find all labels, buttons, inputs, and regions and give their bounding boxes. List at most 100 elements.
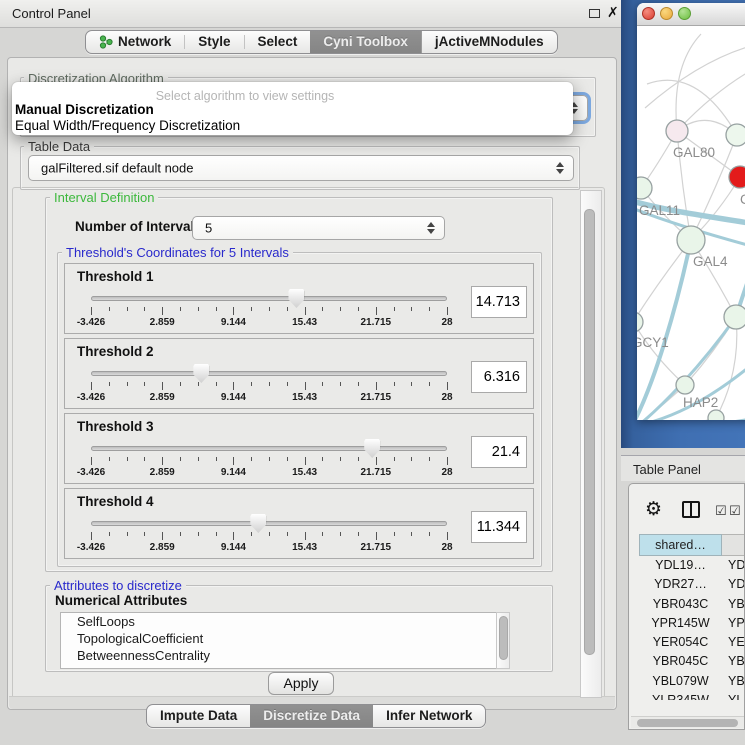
minor-tick bbox=[251, 532, 252, 536]
tick-label: -3.426 bbox=[77, 467, 105, 478]
threshold-value-field[interactable]: 21.4 bbox=[471, 436, 527, 468]
screen: Control Panel ✗ NetworkStyleSelectCyni T… bbox=[0, 0, 745, 745]
cell-shared-name[interactable]: YLR345W bbox=[639, 691, 722, 700]
threshold-value-field[interactable]: 11.344 bbox=[471, 511, 527, 543]
threshold-value-field[interactable]: 6.316 bbox=[471, 361, 527, 393]
minimize-traffic-light[interactable] bbox=[660, 7, 673, 20]
column-layout-icon[interactable] bbox=[682, 501, 700, 518]
node-gcy1[interactable] bbox=[637, 312, 643, 332]
cell-shared-name[interactable]: YDL19… bbox=[639, 556, 722, 575]
num-intervals-combo[interactable]: 5 bbox=[192, 216, 445, 240]
close-traffic-light[interactable] bbox=[642, 7, 655, 20]
popup-option-manual[interactable]: Manual Discretization bbox=[15, 102, 154, 117]
table-row[interactable]: YBR045CYBR0 bbox=[639, 652, 745, 671]
slider-thumb[interactable] bbox=[364, 439, 380, 458]
numerical-attributes-list: SelfLoopsTopologicalCoefficientBetweenne… bbox=[60, 612, 510, 669]
main-scrollbar-thumb[interactable] bbox=[584, 209, 595, 655]
column-header-shared-name[interactable]: shared… bbox=[639, 534, 722, 556]
close-icon[interactable]: ✗ bbox=[607, 4, 619, 21]
table-row[interactable]: YBL079WYBL0 bbox=[639, 672, 745, 691]
slider-track[interactable] bbox=[91, 446, 447, 451]
table-data-combo[interactable]: galFiltered.sif default node bbox=[28, 155, 574, 181]
top-tab-bar: NetworkStyleSelectCyni ToolboxjActiveMNo… bbox=[85, 30, 558, 54]
table-panel-header: Table Panel bbox=[621, 455, 745, 481]
node-h[interactable] bbox=[724, 305, 745, 329]
table-row[interactable]: YDL19…YDL1 bbox=[639, 556, 745, 575]
table-row[interactable]: YPR145WYPR1 bbox=[639, 614, 745, 633]
tick-label: 21.715 bbox=[361, 467, 392, 478]
node-hap2[interactable] bbox=[676, 376, 694, 394]
table-row[interactable]: YBR043CYBR0 bbox=[639, 595, 745, 614]
node-table-header: shared… n bbox=[639, 534, 745, 556]
cell-shared-name[interactable]: YDR27… bbox=[639, 575, 722, 594]
tab-cyni-toolbox[interactable]: Cyni Toolbox bbox=[310, 31, 421, 53]
cell-name[interactable]: YBR0 bbox=[722, 652, 745, 671]
cell-shared-name[interactable]: YPR145W bbox=[639, 614, 722, 633]
cell-name[interactable]: YPR1 bbox=[722, 614, 745, 633]
minor-tick bbox=[429, 457, 430, 461]
cell-name[interactable]: YDL1 bbox=[722, 556, 745, 575]
cell-name[interactable]: YLR3 bbox=[722, 691, 745, 700]
tab-select[interactable]: Select bbox=[245, 31, 311, 53]
slider-thumb[interactable] bbox=[250, 514, 266, 533]
tab-discretize-data[interactable]: Discretize Data bbox=[250, 705, 373, 727]
attr-list-scrollbar-thumb[interactable] bbox=[499, 616, 508, 660]
node-gal11[interactable] bbox=[637, 177, 652, 199]
tick-label: -3.426 bbox=[77, 542, 105, 553]
slider-track[interactable] bbox=[91, 371, 447, 376]
slider-track[interactable] bbox=[91, 296, 447, 301]
tab-infer-network[interactable]: Infer Network bbox=[373, 705, 485, 727]
float-window-icon[interactable] bbox=[589, 9, 600, 18]
popup-option-equal-width[interactable]: Equal Width/Frequency Discretization bbox=[15, 118, 240, 133]
cell-shared-name[interactable]: YBR045C bbox=[639, 652, 722, 671]
node-gal4[interactable] bbox=[677, 226, 705, 254]
cell-name[interactable]: YBL0 bbox=[722, 672, 745, 691]
apply-button[interactable]: Apply bbox=[268, 672, 334, 695]
cell-name[interactable]: YBR0 bbox=[722, 595, 745, 614]
network-canvas[interactable]: GAL80 G. C GAL11 GAL4 GCY1 H HAP2 bbox=[637, 26, 745, 420]
table-hscrollbar-track[interactable] bbox=[631, 716, 744, 728]
cell-shared-name[interactable]: YBL079W bbox=[639, 672, 722, 691]
node-red-selected[interactable] bbox=[729, 166, 745, 188]
cell-shared-name[interactable]: YBR043C bbox=[639, 595, 722, 614]
table-data-combo-value: galFiltered.sif default node bbox=[41, 161, 193, 176]
table-row[interactable]: YER054CYER0 bbox=[639, 633, 745, 652]
checkbox-icon[interactable]: ☑ bbox=[715, 503, 727, 519]
slider-track[interactable] bbox=[91, 521, 447, 526]
table-row[interactable]: YDR27…YDR2 bbox=[639, 575, 745, 594]
table-hscrollbar-thumb[interactable] bbox=[637, 719, 738, 727]
node-bottom[interactable] bbox=[708, 410, 724, 420]
attribute-item-selfloops[interactable]: SelfLoops bbox=[61, 613, 509, 630]
major-tick bbox=[305, 457, 306, 465]
threshold-panel-3: Threshold 3-3.4262.8599.14415.4321.71528… bbox=[64, 413, 534, 484]
minor-tick bbox=[429, 382, 430, 386]
tick-label: 28 bbox=[441, 467, 452, 478]
attribute-item-topologicalcoefficient[interactable]: TopologicalCoefficient bbox=[61, 630, 509, 647]
tab-jactivemnodules[interactable]: jActiveMNodules bbox=[421, 31, 557, 53]
column-header-name[interactable]: n bbox=[722, 534, 745, 556]
slider-thumb[interactable] bbox=[288, 289, 304, 308]
gear-icon[interactable]: ⚙ bbox=[645, 498, 662, 521]
tab-network[interactable]: Network bbox=[86, 31, 184, 53]
cell-name[interactable]: YDR2 bbox=[722, 575, 745, 594]
cell-shared-name[interactable]: YER054C bbox=[639, 633, 722, 652]
node-top-right[interactable] bbox=[726, 124, 745, 146]
threshold-value-field[interactable]: 14.713 bbox=[471, 286, 527, 318]
zoom-traffic-light[interactable] bbox=[678, 7, 691, 20]
cell-name[interactable]: YER0 bbox=[722, 633, 745, 652]
major-tick bbox=[162, 382, 163, 390]
table-row[interactable]: YLR345WYLR3 bbox=[639, 691, 745, 700]
tab-impute-data[interactable]: Impute Data bbox=[147, 705, 250, 727]
minor-tick bbox=[340, 307, 341, 311]
tick-label: 21.715 bbox=[361, 542, 392, 553]
checkbox-icon[interactable]: ☑ bbox=[729, 503, 741, 519]
tab-style[interactable]: Style bbox=[185, 31, 243, 53]
minor-tick bbox=[411, 307, 412, 311]
node-gal80[interactable] bbox=[666, 120, 688, 142]
major-tick bbox=[376, 457, 377, 465]
main-scrollbar-track[interactable] bbox=[580, 190, 602, 698]
attr-list-scrollbar-track[interactable] bbox=[496, 612, 510, 669]
attribute-item-betweennesscentrality[interactable]: BetweennessCentrality bbox=[61, 647, 509, 664]
slider-thumb[interactable] bbox=[193, 364, 209, 383]
popup-hint: Select algorithm to view settings bbox=[156, 89, 335, 103]
